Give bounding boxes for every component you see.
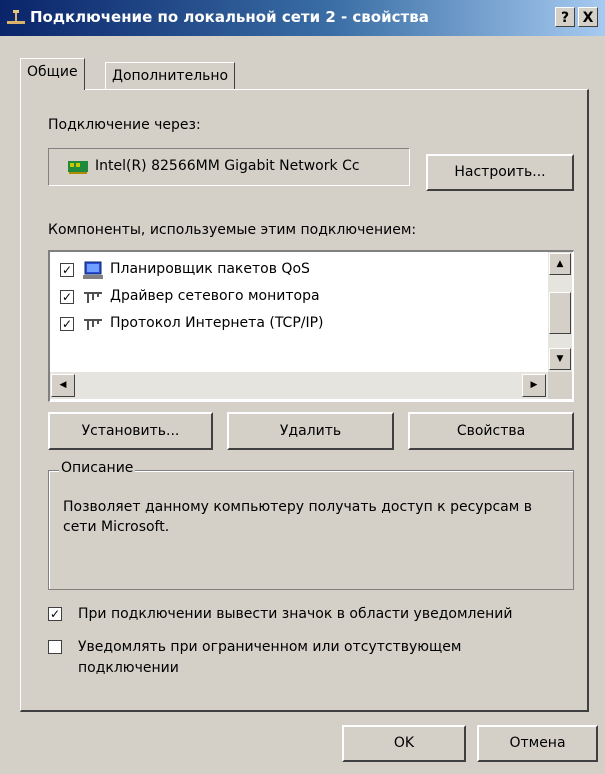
window-title: Подключение по локальной сети 2 - свойст…	[30, 8, 429, 26]
network-protocol-icon	[84, 292, 102, 303]
network-card-icon	[68, 161, 88, 174]
help-button[interactable]: ?	[555, 7, 575, 27]
description-group: Описание Позволяет данному компьютеру по…	[48, 460, 574, 590]
notify-checkbox[interactable]	[48, 640, 62, 654]
show-icon-option[interactable]: ✓ При подключении вывести значок в облас…	[48, 604, 578, 626]
scroll-down-arrow-icon[interactable]: ▼	[549, 348, 571, 370]
scroll-right-arrow-icon[interactable]: ▶	[522, 374, 546, 397]
description-text: Позволяет данному компьютеру получать до…	[63, 499, 532, 535]
tab-general[interactable]: Общие	[20, 58, 85, 90]
connect-using-label: Подключение через:	[48, 117, 201, 133]
show-icon-checkbox[interactable]: ✓	[48, 607, 62, 621]
scroll-up-arrow-icon[interactable]: ▲	[549, 253, 571, 275]
remove-button[interactable]: Удалить	[227, 412, 394, 450]
configure-button[interactable]: Настроить...	[426, 154, 574, 191]
close-button[interactable]: X	[578, 7, 598, 27]
notify-label: Уведомлять при ограниченном или отсутств…	[78, 639, 462, 676]
scrollbar-thumb[interactable]	[549, 292, 571, 334]
adapter-name: Intel(R) 82566MM Gigabit Network Cc	[95, 158, 360, 174]
horizontal-scrollbar[interactable]: ◀ ▶	[50, 372, 548, 399]
install-button[interactable]: Установить...	[48, 412, 213, 450]
network-connection-icon	[7, 10, 25, 24]
scrollbar-corner	[548, 372, 572, 399]
component-checkbox[interactable]: ✓	[60, 263, 74, 277]
cancel-button[interactable]: Отмена	[477, 725, 598, 762]
components-list[interactable]: ✓ Планировщик пакетов QoS ✓ Драйвер сете…	[48, 250, 574, 402]
title-bar: Подключение по локальной сети 2 - свойст…	[0, 0, 605, 36]
vertical-scrollbar[interactable]: ▲ ▼	[548, 252, 572, 372]
network-protocol-icon	[84, 319, 102, 330]
tab-advanced[interactable]: Дополнительно	[105, 62, 236, 90]
adapter-field: Intel(R) 82566MM Gigabit Network Cc	[48, 148, 410, 186]
description-title: Описание	[59, 460, 136, 476]
components-label: Компоненты, используемые этим подключени…	[48, 222, 417, 238]
notify-option[interactable]: Уведомлять при ограниченном или отсутств…	[48, 637, 578, 681]
properties-button[interactable]: Свойства	[408, 412, 574, 450]
component-checkbox[interactable]: ✓	[60, 290, 74, 304]
component-label: Драйвер сетевого монитора	[110, 288, 320, 304]
component-checkbox[interactable]: ✓	[60, 317, 74, 331]
scroll-left-arrow-icon[interactable]: ◀	[51, 374, 75, 397]
component-label: Протокол Интернета (TCP/IP)	[110, 315, 324, 331]
component-label: Планировщик пакетов QoS	[110, 261, 310, 277]
qos-scheduler-icon	[83, 261, 103, 279]
ok-button[interactable]: OK	[342, 725, 466, 762]
show-icon-label: При подключении вывести значок в области…	[78, 606, 513, 622]
